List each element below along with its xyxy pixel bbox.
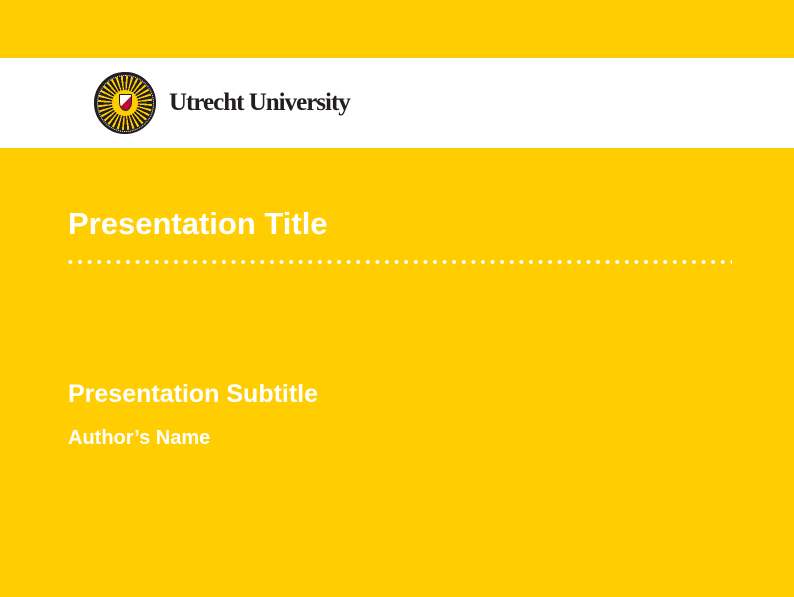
- utrecht-university-logo: Utrecht University: [94, 72, 350, 134]
- dotted-divider: [68, 259, 732, 265]
- presentation-title: Presentation Title: [68, 206, 328, 242]
- sun-emblem-icon: [94, 72, 156, 134]
- logo-band: Utrecht University: [0, 58, 794, 148]
- logo-wordmark: Utrecht University: [169, 89, 350, 117]
- author-name: Author’s Name: [68, 427, 210, 450]
- shield-icon: [119, 94, 132, 111]
- title-slide: Utrecht University Presentation Title Pr…: [0, 0, 794, 597]
- presentation-subtitle: Presentation Subtitle: [68, 380, 318, 409]
